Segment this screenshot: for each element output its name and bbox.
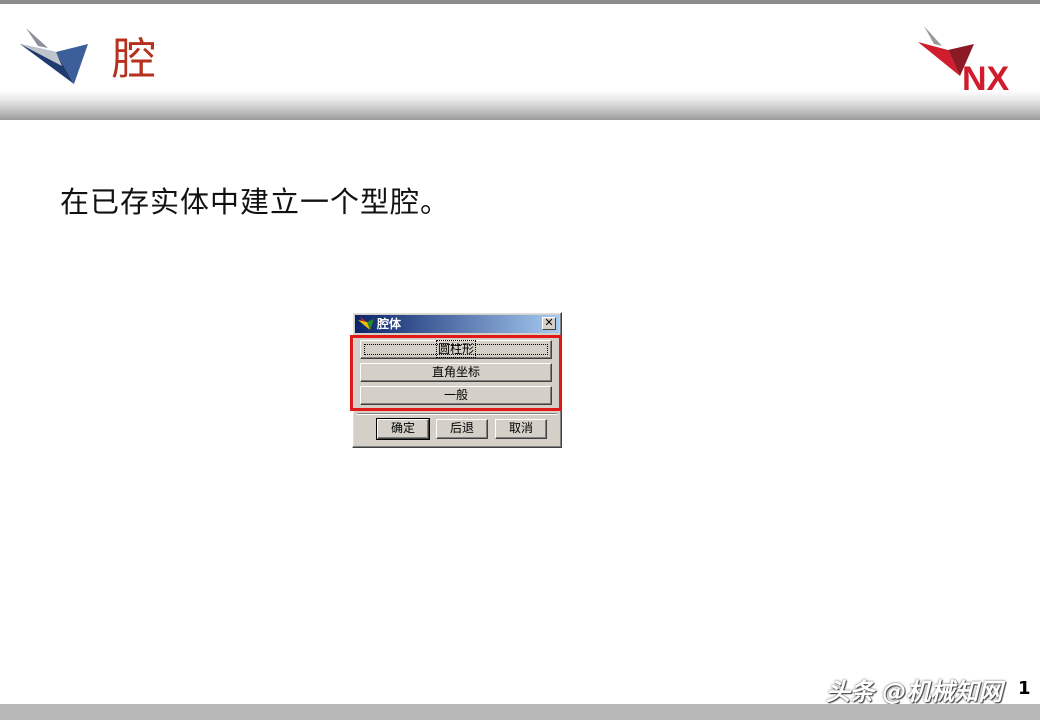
slide-header: 腔 NX <box>0 0 1040 120</box>
company-logo-icon <box>20 28 88 84</box>
ok-button[interactable]: 确定 <box>376 418 430 440</box>
dialog-divider <box>357 413 557 415</box>
page-number: 1 <box>1018 678 1031 699</box>
options-highlight-box: 圆柱形 直角坐标 一般 <box>350 335 562 411</box>
watermark: 头条 @机械知网 <box>826 678 1003 706</box>
cylindrical-button[interactable]: 圆柱形 <box>360 340 552 359</box>
svg-text:NX: NX <box>962 60 1010 94</box>
general-button[interactable]: 一般 <box>360 386 552 405</box>
cylindrical-label: 圆柱形 <box>435 340 477 358</box>
nx-logo-icon: NX <box>918 26 1010 94</box>
general-label: 一般 <box>443 388 468 402</box>
back-button[interactable]: 后退 <box>436 419 488 439</box>
footer-bar <box>0 704 1040 720</box>
close-button[interactable]: ✕ <box>542 317 556 330</box>
dialog-titlebar[interactable]: 腔体 ✕ <box>355 315 559 333</box>
slide-title: 腔 <box>112 34 156 85</box>
app-icon <box>358 317 374 330</box>
dialog-title: 腔体 <box>377 317 402 331</box>
slide-body-text: 在已存实体中建立一个型腔。 <box>60 185 451 219</box>
rectangular-label: 直角坐标 <box>431 365 480 379</box>
cavity-dialog: 腔体 ✕ 圆柱形 直角坐标 一般 确定 后退 取消 <box>350 312 562 448</box>
cancel-button[interactable]: 取消 <box>495 419 547 439</box>
rectangular-button[interactable]: 直角坐标 <box>360 363 552 382</box>
